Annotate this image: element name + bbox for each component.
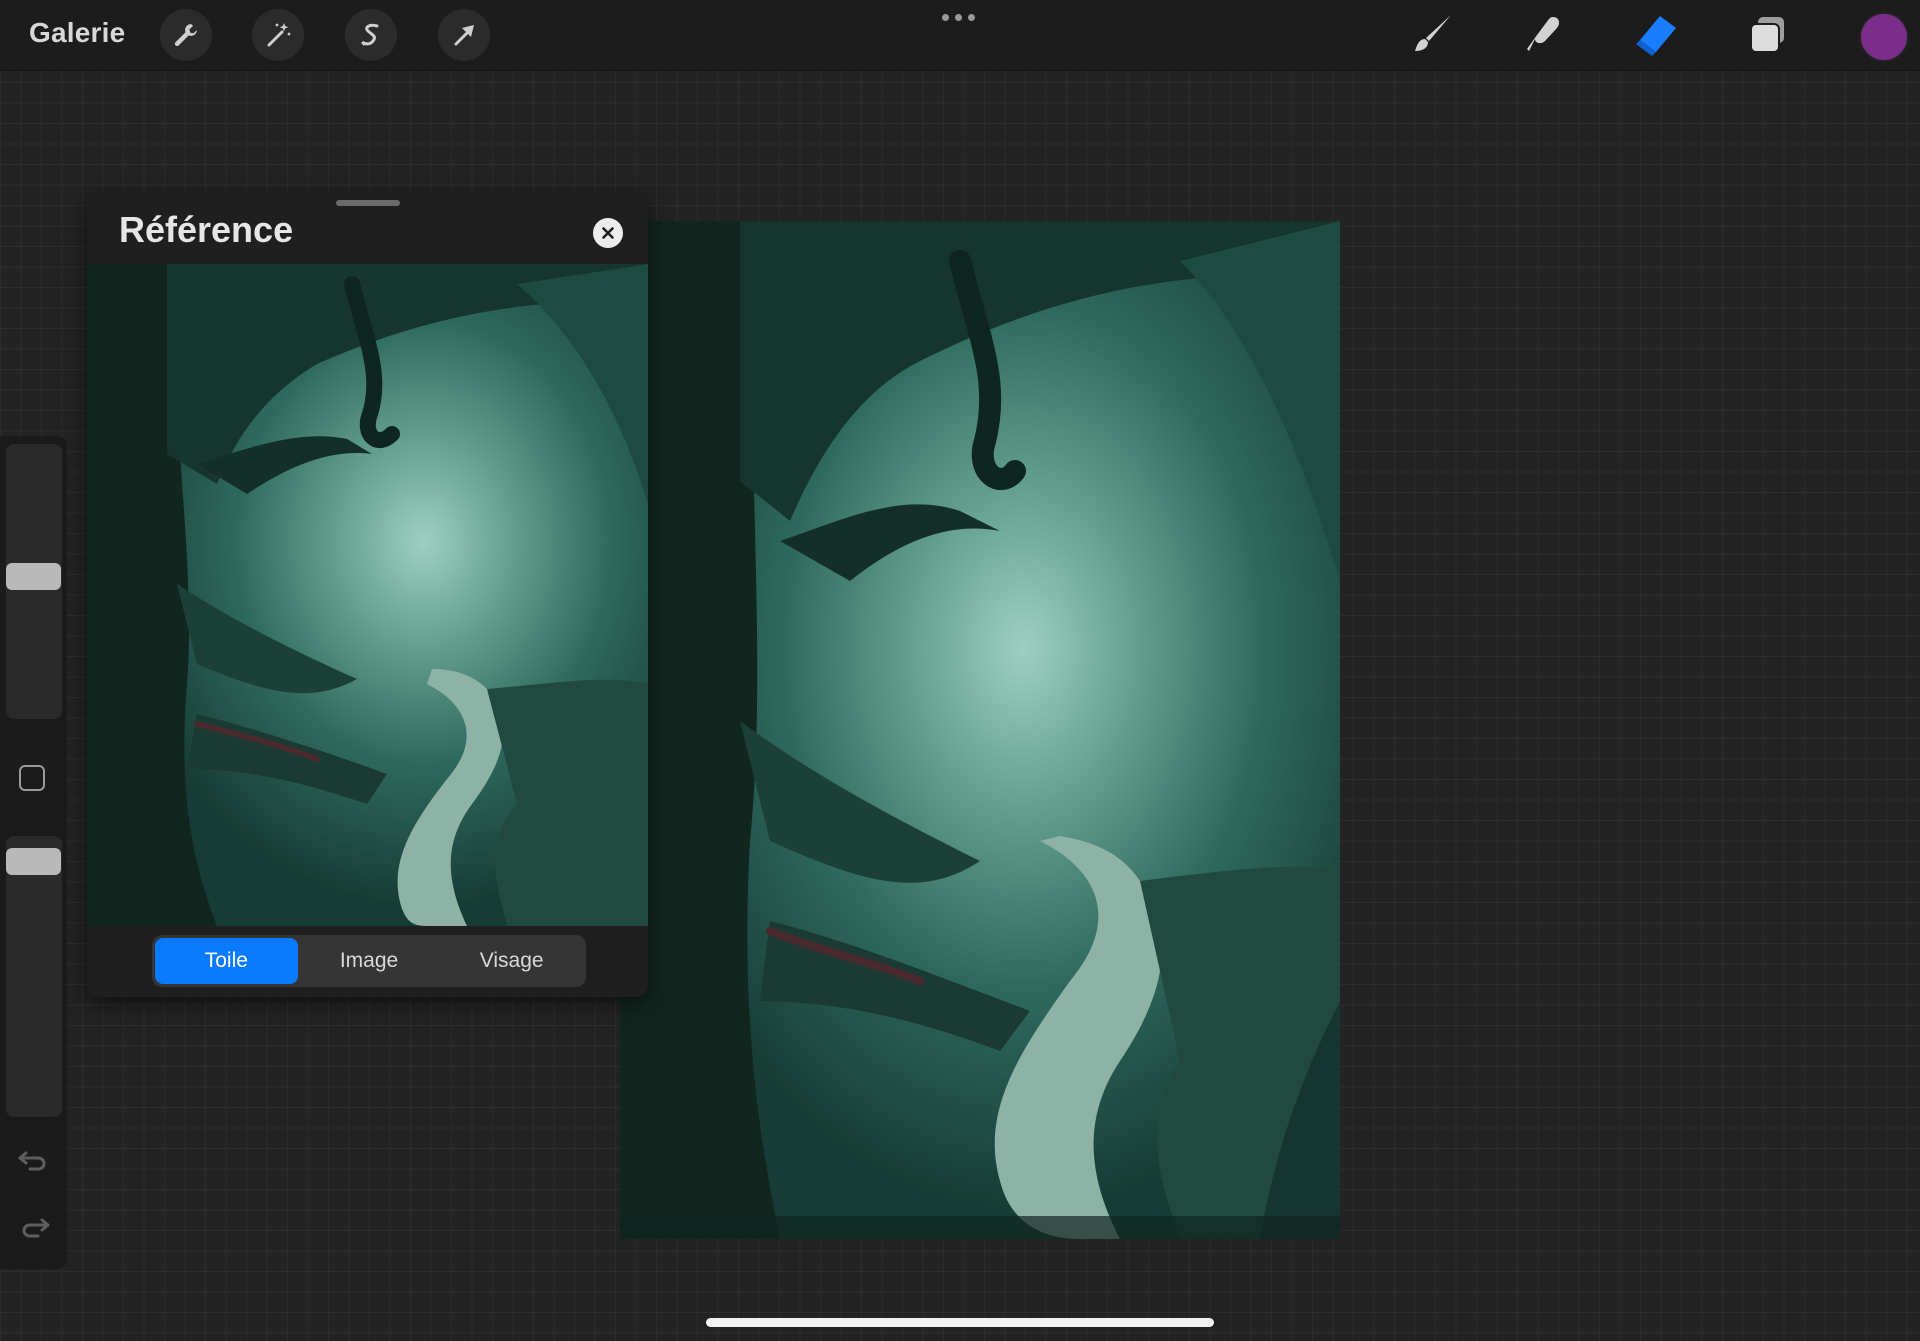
- selection-s-icon: [361, 23, 379, 46]
- opacity-thumb[interactable]: [6, 848, 61, 875]
- modify-button[interactable]: [19, 765, 45, 791]
- reference-preview-image: [87, 264, 648, 926]
- smudge-tool-button[interactable]: [1518, 10, 1568, 60]
- eraser-tool-button[interactable]: [1630, 10, 1680, 60]
- layers-button[interactable]: [1743, 10, 1793, 60]
- close-reference-button[interactable]: [593, 218, 623, 248]
- brush-size-thumb[interactable]: [6, 563, 61, 590]
- tab-visage[interactable]: Visage: [440, 938, 583, 984]
- wrench-icon: [174, 24, 197, 47]
- more-options-icon[interactable]: [942, 14, 975, 21]
- adjustments-button[interactable]: [252, 9, 304, 61]
- sidebar: [0, 436, 67, 1269]
- undo-icon[interactable]: [16, 1145, 52, 1175]
- smudge-icon: [1527, 17, 1560, 51]
- layers-icon: [1750, 17, 1784, 53]
- eraser-icon: [1636, 16, 1676, 56]
- top-toolbar: Galerie: [0, 0, 1920, 71]
- transform-button[interactable]: [438, 9, 490, 61]
- paint-tool-button[interactable]: [1406, 10, 1456, 60]
- tab-toile[interactable]: Toile: [155, 938, 298, 984]
- actions-button[interactable]: [160, 9, 212, 61]
- transform-arrow-icon: [454, 25, 474, 46]
- home-indicator[interactable]: [706, 1318, 1214, 1327]
- tab-image[interactable]: Image: [298, 938, 441, 984]
- panel-grabber[interactable]: [336, 200, 400, 206]
- reference-title: Référence: [119, 209, 294, 250]
- redo-icon[interactable]: [16, 1212, 52, 1242]
- magic-wand-icon: [267, 23, 291, 47]
- close-icon: [602, 227, 614, 239]
- opacity-slider[interactable]: [6, 836, 62, 1117]
- canvas-artwork[interactable]: [620, 221, 1340, 1239]
- gallery-button[interactable]: Galerie: [29, 17, 125, 49]
- reference-panel: Référence Toile Image Visage: [87, 193, 648, 997]
- brush-icon: [1415, 15, 1451, 51]
- color-picker-button[interactable]: [1859, 12, 1909, 62]
- reference-mode-segmented-control: Toile Image Visage: [152, 935, 586, 987]
- selection-button[interactable]: [345, 9, 397, 61]
